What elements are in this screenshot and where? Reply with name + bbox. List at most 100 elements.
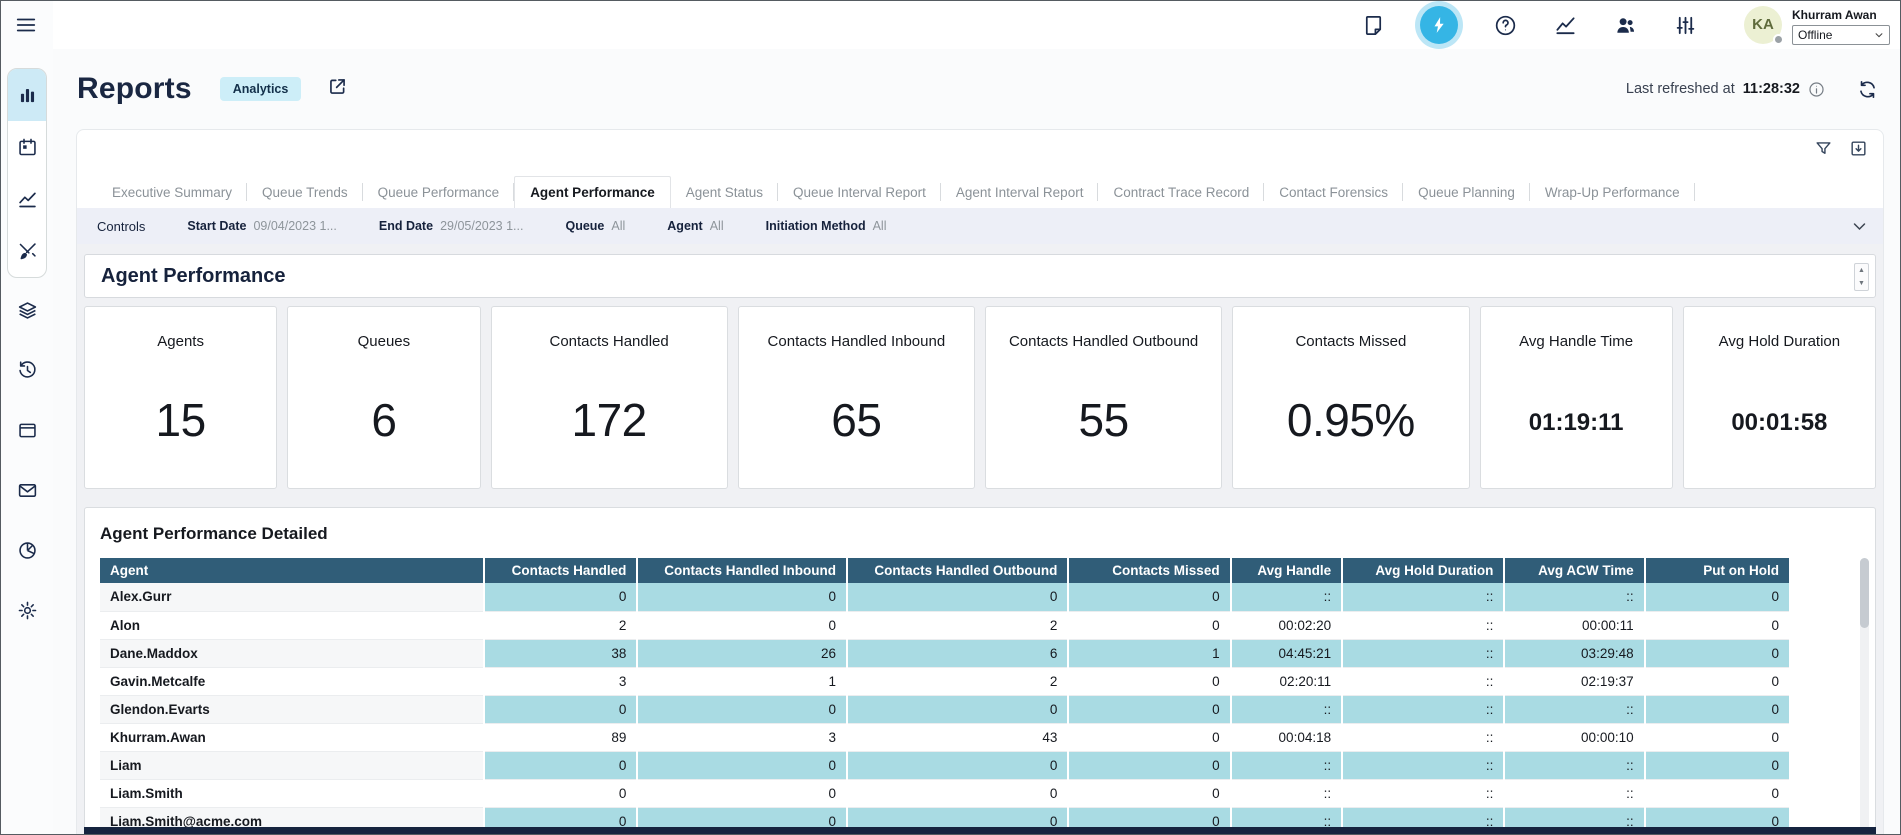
sidebar-item-pie-chart[interactable] [17,540,38,561]
table-horizontal-scrollbar[interactable] [84,827,1876,834]
filter-queue[interactable]: QueueAll [565,219,625,233]
metric-cell: 03:29:48 [1504,639,1644,667]
tab-queue-performance[interactable]: Queue Performance [363,176,515,208]
metric-cell: 0 [1068,779,1230,807]
avatar[interactable]: KA [1744,6,1782,44]
column-header-contacts-missed[interactable]: Contacts Missed [1068,558,1230,583]
metric-cell: 00:04:18 [1231,723,1343,751]
refresh-icon[interactable] [1857,79,1878,100]
filter-end-date[interactable]: End Date29/05/2023 1... [379,219,524,233]
table-row[interactable]: Glendon.Evarts0000::::::0 [100,695,1790,723]
table-row[interactable]: Gavin.Metcalfe312002:20:11::02:19:370 [100,667,1790,695]
status-select[interactable]: Offline [1792,25,1890,45]
help-icon[interactable] [1492,12,1518,38]
external-link-icon[interactable] [327,76,348,102]
flash-icon[interactable] [1420,6,1458,44]
kpi-value: 6 [288,393,479,447]
column-header-put-on-hold[interactable]: Put on Hold [1645,558,1790,583]
table-row[interactable]: Khurram.Awan89343000:04:18::00:00:100 [100,723,1790,751]
metric-cell: 1 [1068,639,1230,667]
tab-agent-status[interactable]: Agent Status [671,176,778,208]
tab-queue-trends[interactable]: Queue Trends [247,176,363,208]
metric-cell: 26 [637,639,847,667]
report-tabs: Executive SummaryQueue TrendsQueue Perfo… [77,176,1883,208]
tab-contract-trace-record[interactable]: Contract Trace Record [1098,176,1264,208]
layers-icon [17,300,38,321]
tab-agent-interval-report[interactable]: Agent Interval Report [941,176,1099,208]
column-header-avg-hold-duration[interactable]: Avg Hold Duration [1342,558,1504,583]
sidebar-item-design-brush[interactable] [8,225,46,277]
table-body: Alex.Gurr0000::::::0Alon202000:02:20::00… [100,583,1790,834]
metric-cell: :: [1231,583,1343,611]
metric-cell: 0 [1068,667,1230,695]
detail-title: Agent Performance Detailed [100,524,1875,544]
sidebar-item-browser-window[interactable] [17,420,38,441]
bar-chart-icon [17,85,38,106]
column-header-avg-handle[interactable]: Avg Handle [1231,558,1343,583]
table-row[interactable]: Alon202000:02:20::00:00:110 [100,611,1790,639]
column-header-contacts-handled-inbound[interactable]: Contacts Handled Inbound [637,558,847,583]
agent-performance-table: AgentContacts HandledContacts Handled In… [100,558,1791,834]
last-refreshed-time: 11:28:32 [1743,81,1800,97]
tab-queue-interval-report[interactable]: Queue Interval Report [778,176,941,208]
table-header-row: AgentContacts HandledContacts Handled In… [100,558,1790,583]
filter-start-date[interactable]: Start Date09/04/2023 1... [187,219,336,233]
settings-sliders-icon[interactable] [1672,12,1698,38]
metric-cell: :: [1342,723,1504,751]
sidebar-item-layers[interactable] [17,300,38,321]
column-header-agent[interactable]: Agent [100,558,484,583]
table-row[interactable]: Liam.Smith0000::::::0 [100,779,1790,807]
notes-icon[interactable] [1360,12,1386,38]
section-titlebar: Agent Performance ▲▼ [84,254,1876,298]
agent-name-cell: Alon [100,611,484,639]
metric-cell: 00:00:10 [1504,723,1644,751]
kpi-card-avg-hold-duration: Avg Hold Duration00:01:58 [1683,306,1876,489]
column-header-avg-acw-time[interactable]: Avg ACW Time [1504,558,1644,583]
kpi-label: Contacts Handled Outbound [986,333,1221,350]
filter-value: All [611,219,625,233]
tab-contact-forensics[interactable]: Contact Forensics [1264,176,1403,208]
users-icon[interactable] [1612,12,1638,38]
filter-value: All [873,219,887,233]
info-icon[interactable] [1808,81,1825,98]
filter-icon[interactable] [1814,139,1834,159]
kpi-value: 01:19:11 [1481,409,1672,437]
table-row[interactable]: Dane.Maddox38266104:45:21::03:29:480 [100,639,1790,667]
detail-panel: Agent Performance Detailed AgentContacts… [84,507,1876,834]
filter-agent[interactable]: AgentAll [667,219,723,233]
metrics-icon[interactable] [1552,12,1578,38]
tab-executive-summary[interactable]: Executive Summary [97,176,247,208]
download-icon[interactable] [1849,139,1869,159]
agent-name-cell: Alex.Gurr [100,583,484,611]
sidebar-item-settings-gear[interactable] [17,600,38,621]
filter-name: End Date [379,219,433,233]
table-row[interactable]: Alex.Gurr0000::::::0 [100,583,1790,611]
tab-agent-performance[interactable]: Agent Performance [514,176,671,208]
page-header: Reports Analytics Last refreshed at 11:2… [53,49,1900,129]
metric-cell: 38 [484,639,638,667]
sidebar-item-mail[interactable] [17,480,38,501]
user-area: KA Khurram Awan Offline [1744,6,1890,45]
table-row[interactable]: Liam0000::::::0 [100,751,1790,779]
column-header-contacts-handled-outbound[interactable]: Contacts Handled Outbound [847,558,1068,583]
column-header-contacts-handled[interactable]: Contacts Handled [484,558,638,583]
metric-cell: 0 [637,583,847,611]
metric-cell: :: [1504,751,1644,779]
sidebar-item-line-chart[interactable] [8,173,46,225]
tab-queue-planning[interactable]: Queue Planning [1403,176,1530,208]
sidebar-item-calendar[interactable] [8,121,46,173]
scrollbar-thumb[interactable] [1860,558,1869,628]
kpi-label: Avg Handle Time [1481,333,1672,350]
kpi-card-avg-handle-time: Avg Handle Time 01:19:11 [1480,306,1673,489]
kpi-card-contacts-missed: Contacts Missed0.95% [1232,306,1469,489]
controls-collapse-chevron-icon[interactable] [1852,219,1867,234]
sidebar-item-history[interactable] [17,360,38,381]
sidebar-item-bar-chart[interactable] [8,69,46,121]
section-scroll-spinner[interactable]: ▲▼ [1854,263,1869,291]
hamburger-menu-icon[interactable] [15,14,39,38]
metric-cell: :: [1342,611,1504,639]
tab-wrap-up-performance[interactable]: Wrap-Up Performance [1530,176,1695,208]
table-vertical-scrollbar[interactable] [1860,558,1869,834]
topbar: KA Khurram Awan Offline [53,1,1900,49]
filter-initiation-method[interactable]: Initiation MethodAll [766,219,887,233]
